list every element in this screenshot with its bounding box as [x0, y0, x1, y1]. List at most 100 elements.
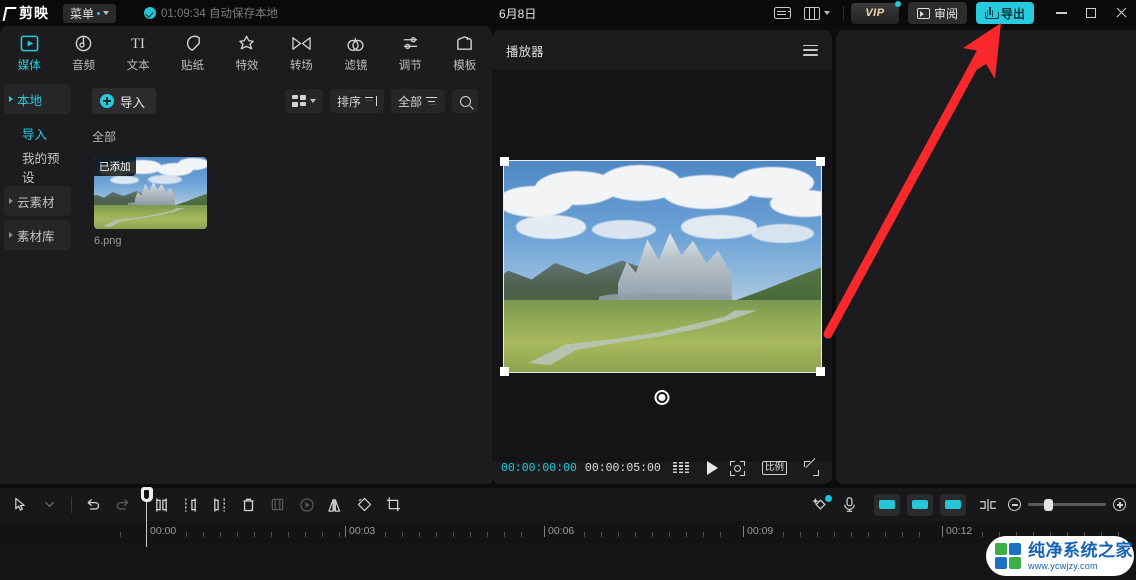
snap-button[interactable]: [973, 492, 1002, 518]
ratio-button[interactable]: 比例: [761, 461, 787, 475]
playhead-handle[interactable]: [140, 487, 153, 502]
zoom-slider-knob[interactable]: [1044, 498, 1053, 511]
rotate-button[interactable]: [350, 492, 379, 518]
media-item[interactable]: 已添加: [94, 157, 207, 229]
record-button[interactable]: [835, 492, 864, 518]
delete-button[interactable]: [234, 492, 263, 518]
mirror-button[interactable]: [321, 492, 350, 518]
review-button[interactable]: 审阅: [907, 2, 967, 24]
rotate-handle[interactable]: [654, 389, 670, 405]
menu-label: 菜单: [70, 6, 95, 21]
timeline-right-tools: [806, 492, 1130, 518]
watermark-url: www.ycwjzy.com: [1028, 560, 1098, 571]
ruler-label: 00:00: [150, 525, 177, 537]
transition-icon: [291, 33, 312, 54]
fullscreen-icon[interactable]: [804, 460, 819, 476]
watermark-logo-icon: [995, 543, 1021, 569]
tab-sticker[interactable]: 贴纸: [165, 27, 219, 79]
sidebar-item-local[interactable]: 本地: [4, 84, 71, 114]
sidebar: 本地 导入 我的预设 云素材 素材库: [0, 80, 78, 484]
resize-handle-bl[interactable]: [499, 366, 509, 376]
view-mode-button[interactable]: [284, 89, 323, 113]
search-button[interactable]: [452, 89, 478, 113]
zoom-slider-track[interactable]: [1028, 498, 1106, 511]
playhead[interactable]: [140, 487, 153, 547]
tab-template[interactable]: 模板: [438, 27, 492, 79]
resize-handle-tr[interactable]: [815, 156, 825, 166]
crop-clip-button[interactable]: [263, 492, 292, 518]
frames-icon[interactable]: [672, 462, 691, 474]
total-time: 00:00:05:00: [584, 461, 661, 475]
effects-icon: [237, 33, 256, 54]
media-item-name: 6.png: [94, 235, 122, 247]
smart-edit-button-1[interactable]: [874, 493, 900, 516]
tab-media[interactable]: 媒体: [2, 27, 56, 79]
minimize-icon: [1055, 12, 1067, 14]
minimize-button[interactable]: [1046, 0, 1076, 26]
tool-dropdown-button[interactable]: [35, 492, 64, 518]
adjust-icon: [401, 33, 420, 54]
export-label: 导出: [1000, 6, 1025, 21]
autosave-status: 01:09:34 自动保存本地: [144, 5, 278, 21]
svg-text:TI: TI: [131, 36, 145, 52]
sidebar-item-asset-library[interactable]: 素材库: [4, 220, 71, 250]
player-stage: [492, 70, 832, 462]
media-section-label: 全部: [92, 130, 117, 144]
maximize-button[interactable]: [1076, 0, 1106, 26]
play-icon[interactable]: [706, 461, 718, 475]
speed-button[interactable]: [292, 492, 321, 518]
hamburger-icon[interactable]: [803, 44, 818, 56]
sort-label: 排序: [336, 94, 361, 109]
sidebar-item-import[interactable]: 导入: [4, 118, 71, 148]
zoom-control: [1008, 498, 1126, 511]
tab-adjust[interactable]: 调节: [383, 27, 437, 79]
sidebar-item-cloud-assets[interactable]: 云素材: [4, 186, 71, 216]
window-controls: [1046, 0, 1136, 26]
sidebar-item-my-presets[interactable]: 我的预设: [4, 152, 71, 185]
timeline-ruler[interactable]: 00:00 00:03 00:06 00:09 00:12: [0, 521, 1136, 543]
trim-right-button[interactable]: [205, 492, 234, 518]
zoom-out-icon[interactable]: [1008, 498, 1021, 511]
keyboard-shortcuts-button[interactable]: [768, 2, 798, 24]
vip-button[interactable]: VIP: [850, 0, 901, 24]
filter-button[interactable]: 全部: [390, 89, 445, 113]
tab-text[interactable]: TI 文本: [111, 27, 165, 79]
resize-handle-tl[interactable]: [499, 156, 509, 166]
tab-effects[interactable]: 特效: [220, 27, 274, 79]
new-feature-dot: [825, 494, 832, 502]
sort-button[interactable]: 排序: [329, 89, 384, 113]
fit-to-screen-icon[interactable]: [729, 460, 745, 476]
crop-button[interactable]: [379, 492, 408, 518]
tab-audio[interactable]: 音频: [56, 27, 110, 79]
filter-icon: [346, 33, 365, 54]
ruler-label: 00:03: [349, 525, 376, 537]
resize-handle-br[interactable]: [815, 366, 825, 376]
tab-filter[interactable]: 滤镜: [329, 27, 383, 79]
timeline-toolbar: [0, 488, 1136, 521]
import-label: 导入: [120, 95, 146, 110]
undo-button[interactable]: [79, 492, 108, 518]
export-button[interactable]: 导出: [975, 2, 1034, 24]
select-tool-button[interactable]: [6, 492, 35, 518]
zoom-in-icon[interactable]: [1113, 498, 1126, 511]
tab-label: 调节: [398, 60, 422, 72]
tab-label: 贴纸: [181, 60, 205, 72]
timeline-tracks[interactable]: [0, 543, 1136, 580]
media-item-badge: 已添加: [94, 157, 136, 176]
tab-transition[interactable]: 转场: [274, 27, 328, 79]
smart-edit-button-2[interactable]: [907, 493, 933, 516]
smart-edit-button-3[interactable]: [940, 493, 966, 516]
magic-wand-button[interactable]: [806, 492, 835, 518]
layout-switch-button[interactable]: [798, 2, 836, 24]
audio-icon: [74, 33, 93, 54]
ruler-label: 00:09: [747, 525, 774, 537]
video-canvas[interactable]: [499, 156, 825, 405]
player-title: 播放器: [506, 44, 544, 59]
review-icon: [916, 7, 930, 19]
import-button[interactable]: 导入: [92, 88, 157, 114]
menu-button[interactable]: 菜单: [63, 3, 117, 23]
redo-button[interactable]: [108, 492, 137, 518]
close-button[interactable]: [1106, 0, 1136, 26]
trim-left-button[interactable]: [176, 492, 205, 518]
media-icon: [20, 33, 39, 54]
